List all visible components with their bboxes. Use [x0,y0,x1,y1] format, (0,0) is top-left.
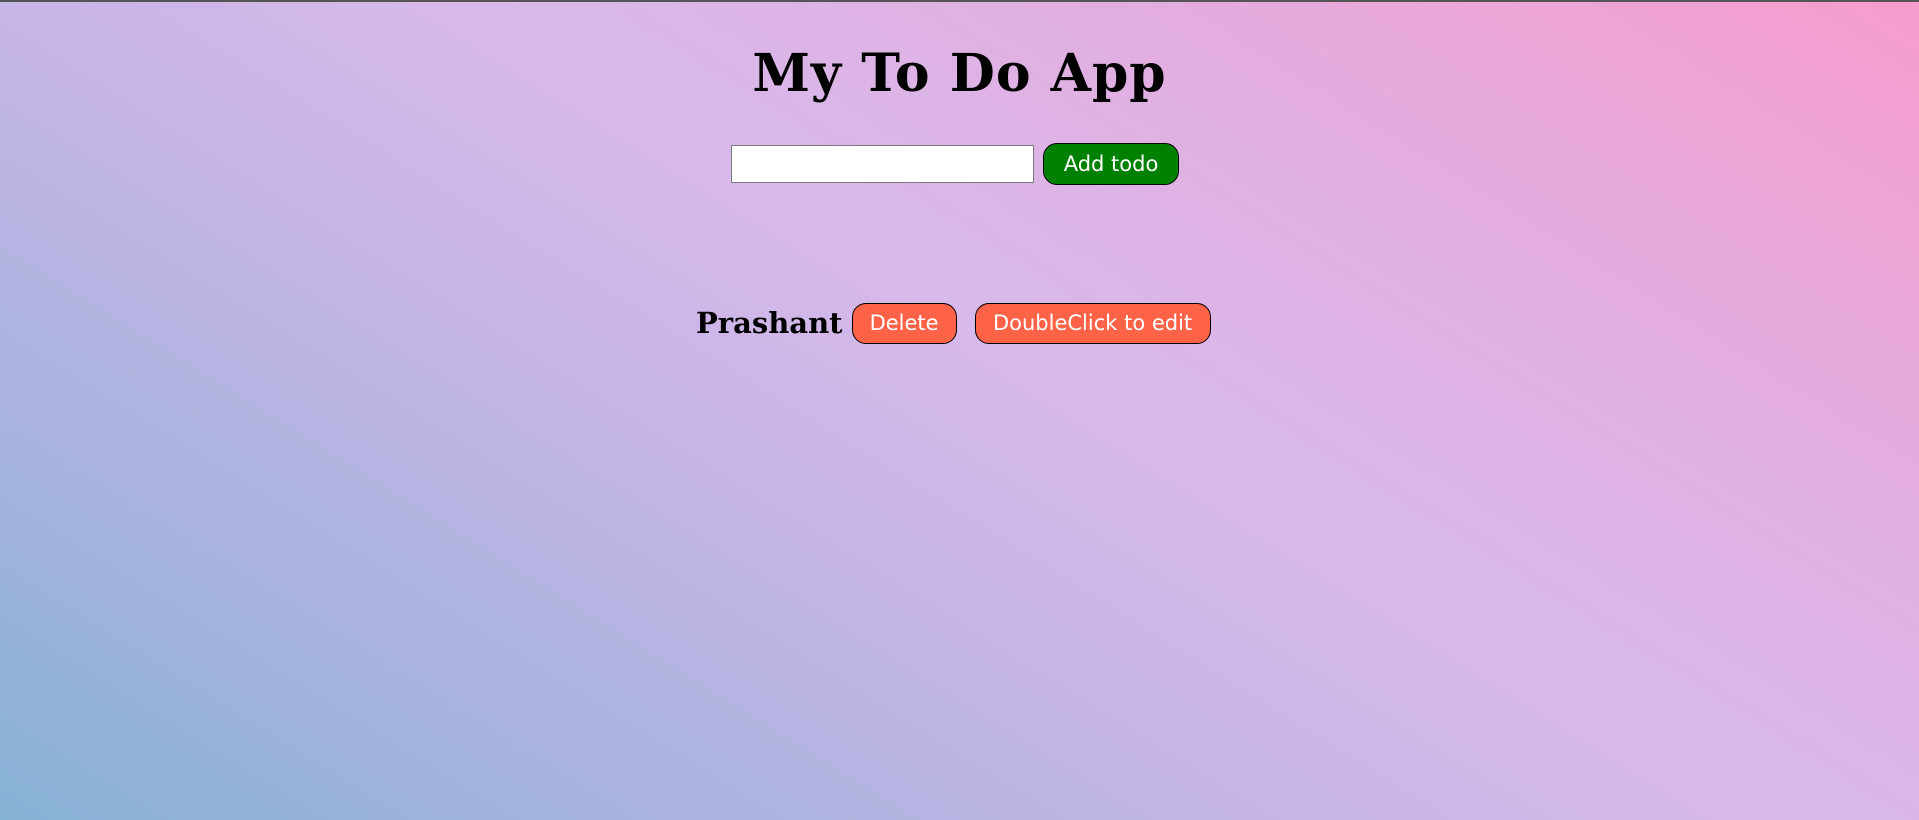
todo-input[interactable] [731,145,1034,183]
page-title: My To Do App [752,43,1167,104]
delete-button[interactable]: Delete [851,302,957,344]
add-todo-form: Add todo [731,143,1179,185]
add-todo-button[interactable]: Add todo [1043,143,1179,185]
edit-button[interactable]: DoubleClick to edit [974,302,1211,344]
todo-item: Prashant Delete DoubleClick to edit [696,302,1211,344]
todo-item-text[interactable]: Prashant [696,302,843,344]
